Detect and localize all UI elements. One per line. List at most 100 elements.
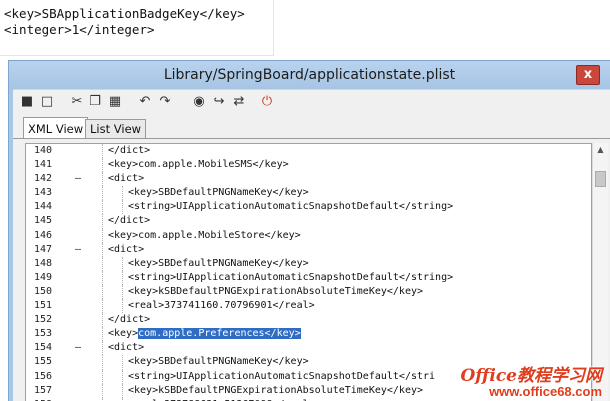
line-number: 149	[34, 271, 53, 283]
code-line[interactable]: 153 <key>com.apple.Preferences</key>	[26, 327, 591, 342]
code-token: <dict>	[108, 243, 145, 255]
code-text: <dict>	[108, 172, 144, 186]
code-line[interactable]: 149 <string>UIApplicationAutomaticSnapsho…	[26, 270, 591, 285]
close-button[interactable]: x	[576, 65, 600, 85]
indent-guide	[122, 200, 123, 215]
code-line[interactable]: 144 <string>UIApplicationAutomaticSnapsho…	[26, 200, 591, 215]
code-line[interactable]: 148 <key>SBDefaultPNGNameKey</key>	[26, 256, 591, 271]
code-token: <key>SBDefaultPNGNameKey</key>	[128, 257, 309, 269]
code-line[interactable]: 147 – <dict>	[26, 242, 591, 257]
line-number: 156	[34, 370, 53, 382]
tab-list-view[interactable]: List View	[85, 119, 147, 139]
fold-toggle[interactable]: –	[73, 172, 83, 186]
code-line[interactable]: 140 </dict>	[26, 144, 591, 159]
code-token: <key>com.apple.MobileStore</key>	[108, 229, 301, 241]
code-text: <string>UIApplicationAutomaticSnapshotDe…	[128, 370, 435, 384]
code-text: <key>kSBDefaultPNGExpirationAbsoluteTime…	[128, 384, 423, 398]
indent-guide	[102, 256, 103, 271]
xml-snippet: <key>SBApplicationBadgeKey</key> <intege…	[0, 0, 274, 56]
code-token: <string>UIApplicationAutomaticSnapshotDe…	[128, 271, 454, 283]
vertical-scrollbar[interactable]: ▲	[592, 143, 608, 401]
code-text: <key>com.apple.MobileSMS</key>	[108, 158, 289, 172]
indent-guide	[102, 144, 103, 159]
indent-guide	[102, 158, 103, 173]
code-line[interactable]: 152 </dict>	[26, 313, 591, 328]
cut-icon[interactable]: ✂	[69, 94, 85, 110]
editor-frame: 140 </dict> 141 <key>com.apple.MobileSMS</k…	[13, 138, 610, 401]
snippet-line: <integer>1</integer>	[4, 22, 155, 37]
code-line[interactable]: 150 <key>kSBDefaultPNGExpirationAbsoluteT…	[26, 284, 591, 300]
line-number: 143	[34, 187, 53, 199]
line-number: 140	[34, 145, 53, 156]
line-number: 152	[34, 314, 53, 326]
find-icon[interactable]: ◉	[191, 94, 207, 110]
selected-text[interactable]: com.apple.Preferences</key>	[138, 328, 301, 340]
line-number: 155	[34, 356, 53, 368]
title-bar: Library/SpringBoard/applicationstate.pli…	[9, 61, 610, 89]
undo-icon[interactable]: ↶	[137, 94, 153, 110]
indent-guide	[122, 299, 123, 314]
indent-guide	[102, 327, 103, 342]
code-token: <dict>	[108, 342, 145, 354]
indent-guide	[102, 200, 103, 215]
code-text: <key>com.apple.Preferences</key>	[108, 327, 301, 341]
code-line[interactable]: 142 – <dict>	[26, 172, 591, 187]
replace-icon[interactable]: ⇄	[231, 94, 247, 110]
indent-guide	[122, 186, 123, 201]
line-number: 153	[34, 328, 53, 340]
line-number: 144	[34, 201, 53, 213]
scroll-up-icon[interactable]: ▲	[593, 143, 608, 157]
line-number: 154	[34, 342, 53, 354]
code-token: <string>UIApplicationAutomaticSnapshotDe…	[128, 201, 454, 213]
paste-icon[interactable]: ▦	[107, 94, 123, 110]
code-line[interactable]: 155 <key>SBDefaultPNGNameKey</key>	[26, 355, 591, 370]
code-line[interactable]: 157 <key>kSBDefaultPNGExpirationAbsoluteT…	[26, 383, 591, 398]
save-icon[interactable]: ■	[19, 94, 35, 110]
code-text: <string>UIApplicationAutomaticSnapshotDe…	[128, 200, 453, 214]
indent-guide	[102, 186, 103, 201]
code-token: </dict>	[108, 314, 151, 326]
code-text: </dict>	[108, 144, 150, 158]
new-icon[interactable]: □	[39, 94, 55, 110]
fold-toggle[interactable]: –	[73, 341, 83, 355]
code-line[interactable]: 154 – <dict>	[26, 341, 591, 356]
code-line[interactable]: 146 <key>com.apple.MobileStore</key>	[26, 228, 591, 243]
code-token: <key>com.apple.MobileSMS</key>	[108, 159, 289, 171]
find-next-icon[interactable]: ↪	[211, 94, 227, 110]
code-text: <real>373741160.70796901</real>	[128, 299, 315, 313]
code-text: <key>kSBDefaultPNGExpirationAbsoluteTime…	[128, 285, 423, 299]
line-number: 148	[34, 257, 53, 269]
code-text: <dict>	[108, 341, 144, 355]
code-text: <key>SBDefaultPNGNameKey</key>	[128, 355, 309, 369]
view-tabs: XML View List View	[13, 115, 610, 140]
line-number: 157	[34, 384, 53, 396]
indent-guide	[102, 242, 103, 257]
indent-guide	[102, 383, 103, 398]
code-text: </dict>	[108, 214, 150, 228]
code-line[interactable]: 145 </dict>	[26, 214, 591, 229]
code-text: <dict>	[108, 243, 144, 257]
indent-guide	[102, 284, 103, 300]
fold-toggle[interactable]: –	[73, 243, 83, 257]
code-line[interactable]: 151 <real>373741160.70796901</real>	[26, 299, 591, 314]
code-token: </dict>	[108, 215, 151, 227]
xml-editor[interactable]: 140 </dict> 141 <key>com.apple.MobileSMS</k…	[25, 143, 592, 401]
line-number: 146	[34, 229, 53, 241]
code-line[interactable]: 156 <string>UIApplicationAutomaticSnapsho…	[26, 369, 591, 384]
indent-guide	[122, 256, 123, 271]
code-line[interactable]: 143 <key>SBDefaultPNGNameKey</key>	[26, 186, 591, 201]
power-icon[interactable]: ⏻	[259, 94, 275, 110]
redo-icon[interactable]: ↷	[157, 94, 173, 110]
tab-xml-view[interactable]: XML View	[23, 117, 89, 140]
scroll-thumb[interactable]	[595, 171, 606, 187]
line-number: 151	[34, 300, 53, 312]
code-line[interactable]: 141 <key>com.apple.MobileSMS</key>	[26, 158, 591, 173]
code-text: <key>SBDefaultPNGNameKey</key>	[128, 257, 309, 271]
code-text: <key>com.apple.MobileStore</key>	[108, 229, 301, 243]
copy-icon[interactable]: ❐	[87, 94, 103, 110]
indent-guide	[102, 270, 103, 285]
snippet-line: <key>SBApplicationBadgeKey</key>	[4, 6, 245, 21]
code-token: <key>SBDefaultPNGNameKey</key>	[128, 187, 309, 199]
code-token: <key>SBDefaultPNGNameKey</key>	[128, 356, 309, 368]
code-lines: 140 </dict> 141 <key>com.apple.MobileSMS</k…	[26, 144, 591, 401]
